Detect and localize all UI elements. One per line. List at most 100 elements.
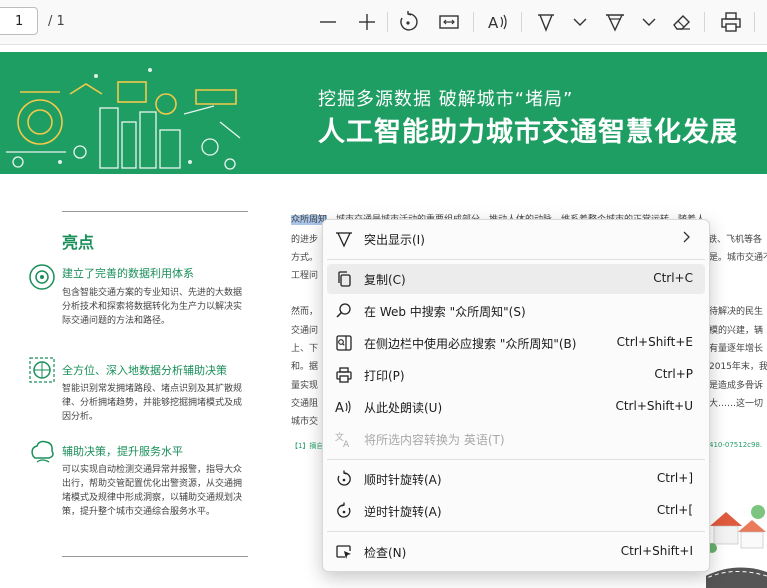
read-aloud-icon[interactable]: A [486, 10, 510, 34]
page-number-input[interactable]: 1 [0, 7, 38, 35]
menu-item-label: 在侧边栏中使用必应搜索 "众所周知"(B) [364, 337, 577, 351]
menu-separator [327, 459, 705, 460]
inspect-icon [335, 543, 353, 561]
body-paragraph-line[interactable]: 2015年末，我 [709, 359, 767, 372]
search-icon [335, 302, 353, 320]
body-paragraph-line[interactable]: 上、下 [291, 341, 318, 354]
banner-title: 人工智能助力城市交通智慧化发展 [318, 117, 738, 148]
header-banner: 挖掘多源数据 破解城市“堵局” 人工智能助力城市交通智慧化发展 [0, 52, 767, 174]
menu-item-label: 打印(P) [364, 369, 405, 383]
toolbar-divider [704, 12, 705, 32]
rotate-clockwise-icon [335, 470, 353, 488]
smart-city-illustration [6, 68, 241, 170]
menu-item-inspect[interactable]: 检查(N) Ctrl+Shift+I [327, 537, 705, 567]
body-paragraph-line[interactable]: 方式。 [291, 250, 318, 263]
copy-icon [335, 270, 353, 288]
body-paragraph-line[interactable]: 和。据 [291, 359, 318, 372]
body-paragraph-line[interactable]: 待解决的民生 [709, 304, 763, 317]
rotate-icon[interactable] [396, 10, 420, 34]
menu-separator [327, 531, 705, 532]
body-paragraph-line[interactable]: 城市交 [291, 414, 318, 427]
menu-item-shortcut: Ctrl+P [654, 367, 693, 381]
menu-item-web-search[interactable]: 在 Web 中搜索 "众所周知"(S) [327, 296, 705, 326]
menu-separator [327, 259, 705, 260]
banner-subtitle: 挖掘多源数据 破解城市“堵局” [318, 89, 574, 110]
chevron-down-icon[interactable] [637, 10, 661, 34]
menu-item-shortcut: Ctrl+C [653, 271, 693, 285]
highlight-icon [335, 230, 353, 248]
body-paragraph-line[interactable]: 然而， [291, 304, 318, 317]
body-paragraph-line[interactable]: 有量逐年增长 [709, 341, 763, 354]
feature-description: 可以实现自动检测交通异常并报警，指导大众出行，帮助交管配置优化出警资源，从交通拥… [62, 465, 243, 517]
highlight-icon[interactable] [603, 10, 627, 34]
divider [62, 556, 248, 557]
analysis-icon [27, 355, 57, 385]
body-paragraph-line[interactable]: 大……这一切 [709, 396, 763, 409]
zoom-in-icon[interactable] [355, 10, 379, 34]
menu-item-label: 逆时针旋转(A) [364, 505, 442, 519]
menu-item-label: 检查(N) [364, 546, 407, 560]
body-paragraph-line[interactable]: 是。城市交通不 [709, 250, 767, 263]
menu-item-label: 复制(C) [364, 273, 406, 287]
context-menu: 突出显示(I) 复制(C) Ctrl+C 在 Web 中搜索 "众所周知"(S)… [322, 219, 710, 572]
eraser-icon[interactable] [670, 10, 694, 34]
chevron-down-icon[interactable] [568, 10, 592, 34]
print-icon[interactable] [719, 10, 743, 34]
translate-icon: 文A [335, 430, 353, 450]
read-aloud-icon: A [335, 398, 353, 416]
footnote-reference[interactable]: 410-07512c98. [709, 441, 762, 449]
menu-item-label: 将所选内容转换为 英语(T) [364, 433, 505, 447]
toolbar-divider [754, 12, 755, 32]
menu-item-rotate-clockwise[interactable]: 顺时针旋转(A) Ctrl+] [327, 464, 705, 494]
svg-text:A: A [343, 440, 350, 448]
rotate-counterclockwise-icon [335, 502, 353, 520]
menu-item-translate: 文A 将所选内容转换为 英语(T) [327, 424, 705, 454]
pdf-toolbar: 1 / 1 A [0, 0, 767, 45]
houses-illustration [706, 505, 767, 588]
feature-heading: 全方位、深入地数据分析辅助决策 [62, 364, 227, 377]
menu-item-shortcut: Ctrl+Shift+I [620, 544, 693, 558]
toolbar-divider [473, 12, 474, 32]
print-icon [335, 366, 353, 384]
decision-support-icon [27, 436, 57, 466]
menu-item-label: 突出显示(I) [364, 233, 425, 247]
highlights-title: 亮点 [62, 233, 95, 252]
menu-item-label: 从此处朗读(U) [364, 401, 443, 415]
footnote-reference[interactable]: 【1】摘自 [291, 441, 323, 451]
menu-item-print[interactable]: 打印(P) Ctrl+P [327, 360, 705, 390]
page-total: / 1 [48, 14, 65, 29]
menu-item-highlight[interactable]: 突出显示(I) [327, 224, 705, 254]
body-paragraph-line[interactable]: 模的兴建，辆 [709, 323, 763, 336]
menu-item-shortcut: Ctrl+] [656, 471, 693, 485]
menu-item-label: 顺时针旋转(A) [364, 473, 442, 487]
menu-item-shortcut: Ctrl+[ [656, 503, 693, 517]
zoom-out-icon[interactable] [316, 10, 340, 34]
menu-item-sidebar-search[interactable]: 在侧边栏中使用必应搜索 "众所周知"(B) Ctrl+Shift+E [327, 328, 705, 358]
draw-icon[interactable] [534, 10, 558, 34]
body-paragraph-line[interactable]: 铁、飞机等各 [708, 232, 762, 245]
body-paragraph-line[interactable]: 是造成多骨诉 [709, 378, 763, 391]
fit-page-icon[interactable] [437, 10, 461, 34]
chevron-right-icon [681, 231, 691, 246]
body-paragraph-line[interactable]: 量实现 [291, 378, 318, 391]
menu-item-shortcut: Ctrl+Shift+U [615, 399, 693, 413]
body-paragraph-line[interactable]: 工程问 [291, 268, 318, 281]
divider [62, 211, 248, 212]
menu-item-shortcut: Ctrl+Shift+E [616, 335, 693, 349]
toolbar-divider [387, 12, 388, 32]
body-paragraph-line[interactable]: 交通阻 [291, 396, 318, 409]
svg-text:A: A [488, 14, 499, 32]
feature-heading: 建立了完善的数据利用体系 [62, 267, 194, 280]
data-system-icon [27, 262, 57, 292]
menu-item-read-aloud[interactable]: A 从此处朗读(U) Ctrl+Shift+U [327, 392, 705, 422]
body-paragraph-line[interactable]: 的进步 [291, 232, 318, 245]
menu-item-copy[interactable]: 复制(C) Ctrl+C [327, 264, 705, 294]
toolbar-divider [521, 12, 522, 32]
menu-item-rotate-counterclockwise[interactable]: 逆时针旋转(A) Ctrl+[ [327, 496, 705, 526]
feature-description: 智能识别常发拥堵路段、堵点识别及其扩散规律、分析拥堵趋势，并能够挖掘拥堵模式及成… [62, 384, 243, 422]
feature-heading: 辅助决策，提升服务水平 [62, 445, 183, 458]
menu-item-label: 在 Web 中搜索 "众所周知"(S) [364, 305, 526, 319]
feature-description: 包含智能交通方案的专业知识、先进的大数据分析技术和探索将数据转化为生产力以解决实… [62, 288, 243, 326]
body-paragraph-line[interactable]: 交通问 [291, 323, 318, 336]
svg-text:A: A [335, 401, 344, 416]
